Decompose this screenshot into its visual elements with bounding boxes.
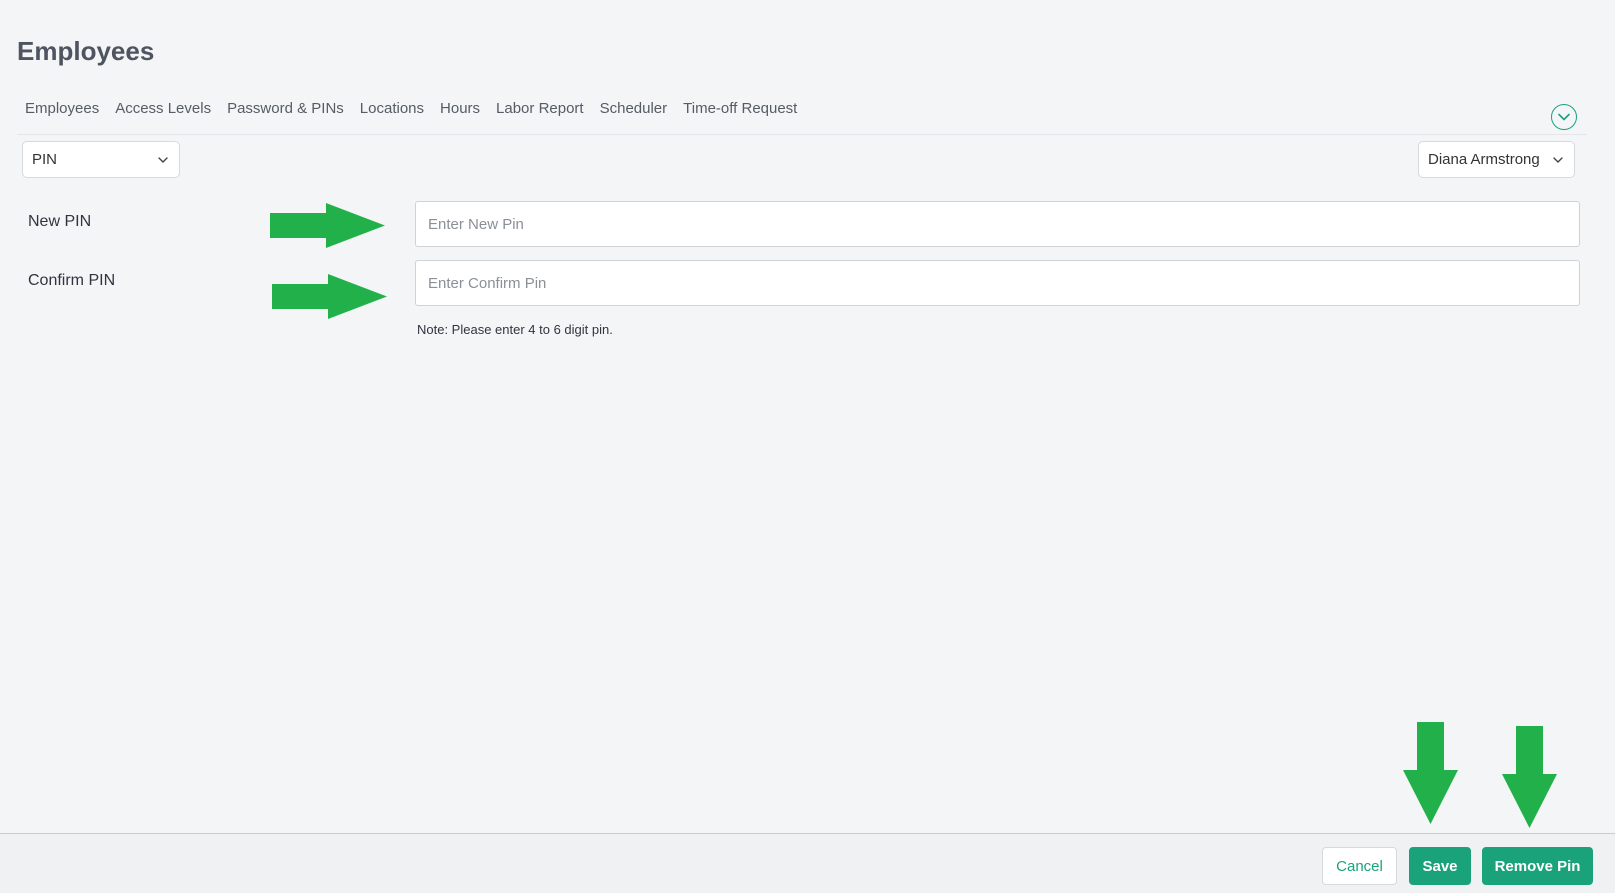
new-pin-input[interactable] [415, 201, 1580, 247]
new-pin-label: New PIN [28, 213, 92, 230]
tab-password-pins[interactable]: Password & PINs [227, 100, 344, 117]
cancel-button[interactable]: Cancel [1322, 847, 1397, 885]
employee-select-value: Diana Armstrong [1428, 151, 1540, 168]
type-select-value: PIN [32, 151, 58, 168]
confirm-pin-label: Confirm PIN [28, 272, 116, 289]
chevron-down-icon [157, 154, 169, 166]
tab-hours[interactable]: Hours [440, 100, 480, 117]
employee-select[interactable]: Diana Armstrong [1418, 141, 1575, 178]
tab-employees[interactable]: Employees [25, 100, 99, 117]
collapse-toggle-button[interactable] [1551, 104, 1577, 130]
annotation-arrow-down-icon [1502, 726, 1557, 828]
tab-access-levels[interactable]: Access Levels [115, 100, 211, 117]
tab-scheduler[interactable]: Scheduler [600, 100, 668, 117]
tab-locations[interactable]: Locations [360, 100, 424, 117]
pin-note: Note: Please enter 4 to 6 digit pin. [417, 322, 613, 337]
page-title: Employees [17, 36, 155, 66]
annotation-arrow-right-icon [270, 203, 385, 248]
tab-labor-report[interactable]: Labor Report [496, 100, 584, 117]
tab-time-off-request[interactable]: Time-off Request [683, 100, 797, 117]
remove-pin-button[interactable]: Remove Pin [1482, 847, 1593, 885]
type-select[interactable]: PIN [22, 141, 180, 178]
chevron-down-icon [1552, 154, 1564, 166]
confirm-pin-input[interactable] [415, 260, 1580, 306]
tabs-divider [17, 134, 1587, 135]
annotation-arrow-down-icon [1403, 722, 1458, 824]
annotation-arrow-right-icon [272, 274, 387, 319]
save-button[interactable]: Save [1409, 847, 1471, 885]
tab-bar: Employees Access Levels Password & PINs … [25, 100, 813, 117]
chevron-down-circle-icon [1558, 113, 1570, 121]
